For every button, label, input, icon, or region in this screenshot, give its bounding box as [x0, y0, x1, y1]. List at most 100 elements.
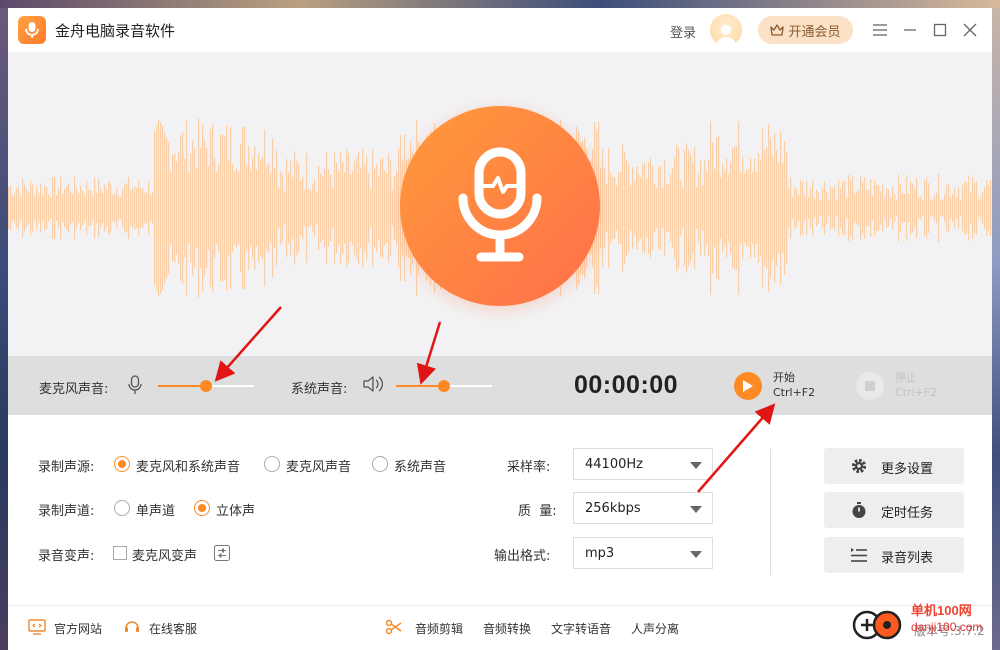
channel-option-stereo[interactable]: 立体声: [216, 500, 255, 519]
mic-volume-slider[interactable]: [158, 380, 254, 392]
stop-button[interactable]: [856, 372, 884, 400]
waveform-bar: [856, 192, 858, 224]
waveform-bar: [710, 121, 712, 295]
source-option-mic-and-system[interactable]: 麦克风和系统声音: [136, 456, 240, 475]
waveform-bar: [162, 125, 164, 291]
timer-task-button[interactable]: 定时任务: [824, 492, 964, 528]
waveform-bar: [738, 121, 740, 295]
waveform-bar: [948, 184, 950, 232]
vocal-separation-link[interactable]: 人声分离: [631, 620, 679, 637]
gear-icon: [851, 458, 867, 474]
waveform-bar: [370, 189, 372, 227]
source-option-system[interactable]: 系统声音: [394, 456, 446, 475]
start-shortcut: Ctrl+F2: [773, 386, 816, 399]
avatar[interactable]: [710, 14, 742, 46]
maximize-icon[interactable]: [930, 20, 950, 40]
system-volume-knob[interactable]: [438, 380, 450, 392]
waveform-bar: [176, 161, 178, 255]
waveform-bar: [702, 185, 704, 231]
waveform-bar: [722, 163, 724, 253]
waveform-bar: [706, 171, 708, 245]
channel-radio-mono[interactable]: [114, 500, 130, 516]
waveform-bar: [832, 188, 834, 228]
website-link[interactable]: 官方网站: [54, 620, 102, 637]
login-link[interactable]: 登录: [670, 22, 696, 41]
waveform-bar: [736, 146, 738, 270]
waveform-bar: [20, 196, 22, 220]
support-link[interactable]: 在线客服: [149, 620, 197, 637]
waveform-bar: [662, 187, 664, 229]
waveform-bar: [8, 187, 10, 229]
start-button[interactable]: [734, 372, 762, 400]
quality-select[interactable]: 256kbps: [573, 492, 713, 524]
waveform-bar: [368, 173, 370, 243]
system-volume-slider[interactable]: [396, 380, 492, 392]
waveform-bar: [630, 185, 632, 231]
audio-cut-link[interactable]: 音频剪辑: [415, 620, 463, 637]
headset-icon: [125, 621, 139, 632]
more-settings-button[interactable]: 更多设置: [824, 448, 964, 484]
waveform-bar: [644, 162, 646, 254]
voice-change-checkbox[interactable]: [113, 546, 127, 560]
waveform-bar: [962, 185, 964, 231]
waveform-bar: [276, 150, 278, 266]
desktop-background-top: [0, 0, 1000, 8]
waveform-bar: [132, 188, 134, 228]
record-mic-icon[interactable]: [400, 106, 600, 306]
minimize-icon[interactable]: [900, 20, 920, 40]
app-logo-icon: [18, 16, 46, 44]
waveform-bar: [778, 162, 780, 254]
waveform-bar: [650, 158, 652, 258]
waveform-bar: [82, 190, 84, 226]
waveform-bar: [278, 188, 280, 228]
sample-rate-label: 采样率:: [507, 460, 551, 475]
source-radio-system[interactable]: [372, 456, 388, 472]
waveform-bar: [986, 180, 988, 236]
text-to-speech-link[interactable]: 文字转语音: [551, 620, 611, 637]
sample-rate-select[interactable]: 44100Hz: [573, 448, 713, 480]
start-button-label[interactable]: 开始 Ctrl+F2: [773, 370, 815, 400]
waveform-bar: [920, 196, 922, 220]
waveform-bar: [346, 149, 348, 267]
voice-change-option[interactable]: 麦克风变声: [132, 545, 197, 564]
waveform-bar: [134, 187, 136, 229]
vip-button[interactable]: 开通会员: [758, 16, 853, 44]
channel-radio-stereo[interactable]: [194, 500, 210, 516]
source-option-mic[interactable]: 麦克风声音: [286, 456, 351, 475]
waveform-bar: [230, 127, 232, 289]
waveform-bar: [802, 181, 804, 235]
source-radio-mic-and-system[interactable]: [114, 456, 130, 472]
waveform-bar: [266, 165, 268, 251]
waveform-bar: [692, 162, 694, 254]
format-select[interactable]: mp3: [573, 537, 713, 569]
waveform-bar: [754, 158, 756, 258]
stop-button-label[interactable]: 停止 Ctrl+F2: [895, 370, 937, 400]
channel-option-mono[interactable]: 单声道: [136, 500, 175, 519]
close-icon[interactable]: [960, 20, 980, 40]
waveform-bar: [904, 193, 906, 223]
audio-convert-link[interactable]: 音频转换: [483, 620, 531, 637]
waveform-bar: [652, 165, 654, 251]
mic-volume-fill: [158, 385, 206, 387]
waveform-bar: [270, 172, 272, 244]
system-volume-fill: [396, 385, 444, 387]
waveform-bar: [876, 185, 878, 231]
waveform-bar: [828, 199, 830, 217]
waveform-bar: [934, 195, 936, 221]
source-radio-mic[interactable]: [264, 456, 280, 472]
waveform-bar: [936, 192, 938, 224]
waveform-bar: [10, 185, 12, 231]
mic-volume-label: 麦克风声音:: [39, 382, 109, 397]
waveform-bar: [360, 168, 362, 248]
waveform-bar: [952, 193, 954, 223]
waveform-bar: [130, 190, 132, 226]
waveform-bar: [42, 194, 44, 222]
adjust-icon[interactable]: [214, 545, 230, 561]
waveform-bar: [896, 199, 898, 217]
menu-icon[interactable]: [870, 20, 890, 40]
waveform-bar: [386, 173, 388, 243]
mic-volume-knob[interactable]: [200, 380, 212, 392]
waveform-bar: [726, 158, 728, 258]
waveform-bar: [388, 153, 390, 263]
record-list-button[interactable]: 录音列表: [824, 537, 964, 573]
